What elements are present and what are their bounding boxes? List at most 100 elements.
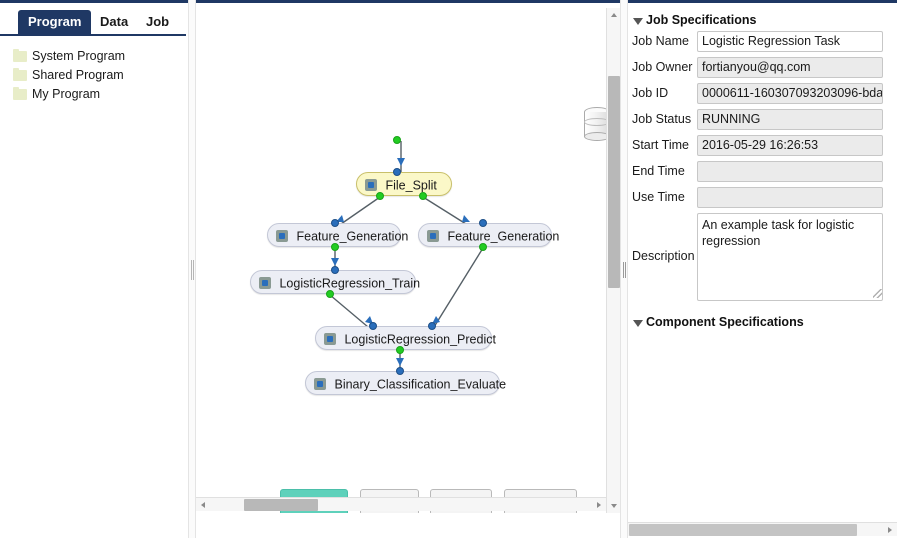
caret-down-icon [633,18,643,25]
scroll-up-arrow-icon[interactable] [607,8,621,22]
node-label: Feature_Generation [296,229,409,244]
port-in-logisticregression-train[interactable] [331,266,339,274]
node-label: Binary_Classification_Evaluate [334,377,507,392]
folder-icon [13,49,27,62]
tab-job-label: Job [146,14,170,29]
component-icon [276,229,288,242]
workflow-edges [329,141,484,372]
port-out-feature-generation-right[interactable] [479,243,487,251]
description-label: Description [632,249,695,263]
tree-item-label: Shared Program [32,68,124,82]
description-textarea[interactable]: An example task for logistic regression [697,213,883,301]
tab-data-label: Data [100,14,129,29]
splitter-grip-icon [623,262,626,278]
tree-item-my-program[interactable]: My Program [0,85,186,104]
tree-item-label: My Program [32,87,101,101]
canvas-vertical-scrollbar[interactable] [606,8,621,513]
tree-item-label: System Program [32,49,126,63]
port-in-logisticregression-predict-1[interactable] [369,322,377,330]
job-status-value: RUNNING [697,109,883,130]
tree-item-system-program[interactable]: System Program [0,47,186,66]
component-specifications-title: Component Specifications [646,315,804,329]
tab-program-label: Program [28,14,82,29]
application-window: Program Data Job System Program Shared P… [0,0,897,538]
component-icon [314,377,326,390]
component-icon [259,276,271,289]
start-time-label: Start Time [632,138,689,152]
job-name-label: Job Name [632,34,689,48]
field-row-job-status: Job Status RUNNING [628,109,897,130]
node-logisticregression-predict[interactable]: LogisticRegression_Predict [315,326,496,350]
field-row-use-time: Use Time [628,187,897,208]
right-panel: Job Specifications Job Name Logistic Reg… [628,0,897,538]
port-out-file-split-2[interactable] [419,192,427,200]
port-out-logisticregression-predict[interactable] [396,346,404,354]
right-panel-horizontal-scrollbar[interactable] [628,522,897,536]
job-id-value: 0000611-160307093203096-bda- [697,83,883,104]
port-in-logisticregression-predict-2[interactable] [428,322,436,330]
use-time-label: Use Time [632,190,685,204]
program-tree: System Program Shared Program My Program [0,47,186,104]
component-specifications-header[interactable]: Component Specifications [632,315,897,329]
component-icon [365,178,377,191]
scroll-down-arrow-icon[interactable] [607,499,621,513]
job-status-label: Job Status [632,112,692,126]
workflow-canvas[interactable]: Source Data File_Split Feature_Generatio… [196,8,606,513]
cylinder-bottom [584,132,606,141]
port-in-feature-generation-left[interactable] [331,219,339,227]
field-row-end-time: End Time [628,161,897,182]
tab-program[interactable]: Program [18,10,92,34]
scroll-left-arrow-icon[interactable] [196,498,210,512]
folder-icon [13,87,27,100]
port-in-binary-classification-evaluate[interactable] [396,367,404,375]
canvas-horizontal-scrollbar[interactable] [196,497,606,511]
folder-icon [13,68,27,81]
field-row-job-name: Job Name Logistic Regression Task [628,31,897,52]
use-time-value [697,187,883,208]
job-owner-value: fortianyou@qq.com [697,57,883,78]
field-row-job-id: Job ID 0000611-160307093203096-bda- [628,83,897,104]
port-out-file-split-1[interactable] [376,192,384,200]
port-in-feature-generation-right[interactable] [479,219,487,227]
splitter-grip-icon [191,260,194,280]
node-label: LogisticRegression_Train [279,276,421,291]
node-label: LogisticRegression_Predict [344,332,496,347]
tab-bar: Program Data Job [0,10,186,36]
splitter-left[interactable] [188,0,196,538]
canvas-horizontal-scroll-thumb[interactable] [244,499,318,511]
tab-data[interactable]: Data [90,10,138,34]
field-row-job-owner: Job Owner fortianyou@qq.com [628,57,897,78]
job-owner-label: Job Owner [632,60,693,74]
right-panel-scroll-thumb[interactable] [629,524,857,536]
port-out-feature-generation-left[interactable] [331,243,339,251]
node-label: File_Split [385,178,437,193]
node-binary-classification-evaluate[interactable]: Binary_Classification_Evaluate [305,371,506,395]
port-in-file-split[interactable] [393,168,401,176]
start-time-value: 2016-05-29 16:26:53 [697,135,883,156]
source-data-icon[interactable] [584,107,606,141]
job-name-input[interactable]: Logistic Regression Task [697,31,883,52]
field-row-description: Description An example task for logistic… [628,213,897,305]
caret-down-icon [633,320,643,327]
tab-job[interactable]: Job [136,10,179,34]
cylinder-ring [584,118,606,126]
job-id-label: Job ID [632,86,669,100]
job-specifications-title: Job Specifications [646,13,757,27]
port-out-logisticregression-train[interactable] [326,290,334,298]
node-label: Feature_Generation [447,229,560,244]
field-row-start-time: Start Time 2016-05-29 16:26:53 [628,135,897,156]
node-file-split[interactable]: File_Split [356,172,452,196]
port-out-source-data[interactable] [393,136,401,144]
end-time-value [697,161,883,182]
scroll-right-arrow-icon[interactable] [883,523,897,537]
canvas-vertical-scroll-thumb[interactable] [608,76,620,288]
splitter-right[interactable] [620,0,628,538]
scroll-right-arrow-icon[interactable] [592,498,606,512]
workflow-canvas-panel: Source Data File_Split Feature_Generatio… [196,0,621,538]
end-time-label: End Time [632,164,685,178]
component-icon [427,229,439,242]
component-icon [324,332,336,345]
tree-item-shared-program[interactable]: Shared Program [0,66,186,85]
job-specifications-header[interactable]: Job Specifications [632,13,897,27]
left-panel: Program Data Job System Program Shared P… [0,0,188,538]
